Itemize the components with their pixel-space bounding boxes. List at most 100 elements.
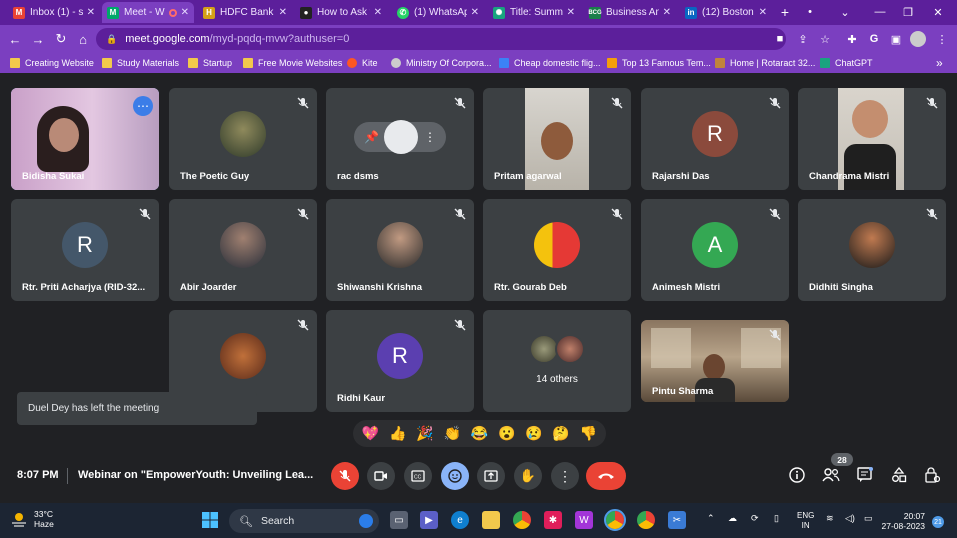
people-icon[interactable] (820, 464, 842, 486)
participant-tile[interactable]: Abir Joarder (169, 199, 317, 301)
bookmark-item[interactable]: Free Movie Websites (243, 56, 342, 70)
chrome-icon[interactable] (513, 511, 531, 529)
reaction-party[interactable]: 🎉 (414, 423, 436, 445)
edge-icon[interactable]: e (451, 511, 469, 529)
close-icon[interactable]: ✕ (87, 7, 95, 18)
home-icon[interactable]: ⌂ (73, 29, 93, 49)
emoji-reactions-button[interactable] (441, 462, 469, 490)
reaction-surprised[interactable]: 😮 (496, 423, 518, 445)
extensions-icon[interactable]: ✚ (844, 31, 860, 47)
star-icon[interactable]: ☆ (817, 31, 833, 47)
pin-controls[interactable]: 📌 ⋮ (354, 120, 446, 154)
others-tile[interactable]: 14 others (483, 310, 631, 412)
close-icon[interactable]: ✕ (471, 7, 479, 18)
close-icon[interactable]: ✕ (567, 7, 575, 18)
close-icon[interactable]: ✕ (663, 7, 671, 18)
participant-tile[interactable]: Shiwanshi Krishna (326, 199, 474, 301)
bookmark-item[interactable]: ChatGPT (820, 56, 873, 70)
more-options-button[interactable]: ⋮ (551, 462, 579, 490)
close-icon[interactable]: ✕ (181, 7, 189, 18)
bookmark-item[interactable]: Creating Website (10, 56, 94, 70)
refresh-icon[interactable]: ⟳ (751, 513, 759, 524)
participant-tile[interactable]: Pritam agarwal (483, 88, 631, 190)
reaction-sad[interactable]: 😢 (523, 423, 545, 445)
language-indicator[interactable]: ENG IN (797, 511, 814, 531)
taskbar-search[interactable]: 🔍︎ Search (229, 509, 379, 533)
host-controls-icon[interactable] (921, 464, 943, 486)
participant-tile[interactable]: 📌 ⋮ rac dsms (326, 88, 474, 190)
battery-icon[interactable]: ▭ (864, 513, 873, 524)
onedrive-icon[interactable]: ☁ (728, 513, 737, 524)
participant-tile[interactable]: Pintu Sharma (641, 320, 789, 402)
wifi-icon[interactable]: ≋ (826, 513, 834, 524)
more-vert-icon[interactable]: ⋮ (424, 130, 436, 144)
reaction-clap[interactable]: 👏 (441, 423, 463, 445)
windows-start-icon[interactable] (201, 511, 219, 529)
chat-icon[interactable] (854, 464, 876, 486)
close-icon[interactable]: ✕ (279, 7, 287, 18)
participant-tile[interactable]: A Animesh Mistri (641, 199, 789, 301)
tab-hdfc[interactable]: H HDFC Bank : ✕ (198, 2, 292, 23)
more-bookmarks-icon[interactable]: » (936, 56, 943, 70)
address-bar[interactable]: 🔒 meet.google.com /myd-pqdq-mvw?authuser… (96, 28, 786, 50)
tab-search-icon[interactable]: ⌄ (835, 2, 855, 22)
tab-gmail[interactable]: M Inbox (1) - s1 ✕ (8, 2, 100, 23)
reaction-heart[interactable]: 💖 (360, 423, 382, 445)
tab-chatgpt[interactable]: ✺ Title: Summar ✕ (488, 2, 580, 23)
bookmark-item[interactable]: Top 13 Famous Tem... (607, 56, 711, 70)
present-screen-button[interactable] (477, 462, 505, 490)
minimize-icon[interactable]: — (870, 2, 890, 22)
close-window-icon[interactable]: ✕ (928, 2, 948, 22)
participant-tile[interactable]: Didhiti Singha (798, 199, 946, 301)
chrome-icon[interactable] (637, 511, 655, 529)
tab-whatsapp[interactable]: ✆ (1) WhatsApp ✕ (392, 2, 484, 23)
leave-call-button[interactable] (586, 462, 626, 490)
teams-icon[interactable]: ▶ (420, 511, 438, 529)
reload-icon[interactable]: ↻ (51, 29, 71, 49)
weather-widget[interactable]: 33°C Haze (10, 509, 54, 529)
bookmark-item[interactable]: Home | Rotaract 32... (715, 56, 815, 70)
system-clock[interactable]: 20:07 27-08-2023 (881, 511, 925, 531)
participant-tile[interactable]: R Rtr. Priti Acharjya (RID-32... (11, 199, 159, 301)
camera-toggle-button[interactable] (367, 462, 395, 490)
grammarly-icon[interactable]: G (866, 31, 882, 47)
back-icon[interactable]: ← (5, 29, 25, 49)
share-icon[interactable]: ⇪ (795, 31, 811, 47)
meeting-info-icon[interactable] (786, 464, 808, 486)
participant-tile[interactable]: R Rajarshi Das (641, 88, 789, 190)
new-tab-button[interactable]: + (775, 2, 795, 22)
bookmark-item[interactable]: Startup (188, 56, 232, 70)
reaction-thumbs-up[interactable]: 👍 (387, 423, 409, 445)
sidepanel-icon[interactable]: ▣ (888, 31, 904, 47)
forward-icon[interactable]: → (28, 29, 48, 49)
slack-icon[interactable]: ✱ (544, 511, 562, 529)
phone-link-icon[interactable]: ▯ (774, 513, 779, 524)
camera-icon[interactable]: ■ (772, 31, 788, 47)
notification-badge[interactable]: 21 (932, 516, 944, 528)
bookmark-item[interactable]: Ministry Of Corpora... (391, 56, 492, 70)
menu-icon[interactable]: ⋮ (934, 31, 950, 47)
chrome-profile-icon[interactable] (604, 509, 626, 531)
reaction-thumbs-down[interactable]: 👎 (577, 423, 599, 445)
tab-meet[interactable]: M Meet - W ✕ (102, 2, 194, 23)
participant-tile[interactable]: R Ridhi Kaur (326, 310, 474, 412)
participant-tile[interactable]: Rtr. Gourab Deb (483, 199, 631, 301)
participant-tile[interactable]: The Poetic Guy (169, 88, 317, 190)
close-icon[interactable]: ✕ (759, 7, 767, 18)
more-options-icon[interactable]: ⋯ (133, 96, 153, 116)
participant-tile[interactable]: ⋯ Bidisha Sukai (11, 88, 159, 190)
raise-hand-button[interactable]: ✋ (514, 462, 542, 490)
reaction-thinking[interactable]: 🤔 (550, 423, 572, 445)
bookmark-item[interactable]: Study Materials (102, 56, 179, 70)
bookmark-item[interactable]: Cheap domestic flig... (499, 56, 601, 70)
file-explorer-icon[interactable] (482, 511, 500, 529)
snipping-tool-icon[interactable]: ✂ (668, 511, 686, 529)
captions-button[interactable]: CC (404, 462, 432, 490)
activities-icon[interactable] (888, 464, 910, 486)
pin-icon[interactable]: 📌 (364, 130, 379, 144)
participant-tile[interactable]: Chandrama Mistri (798, 88, 946, 190)
tab-linkedin[interactable]: in (12) Boston C ✕ (680, 2, 772, 23)
mic-toggle-button[interactable] (331, 462, 359, 490)
show-hidden-icons[interactable]: ⌃ (707, 513, 715, 524)
reaction-laugh[interactable]: 😂 (468, 423, 490, 445)
